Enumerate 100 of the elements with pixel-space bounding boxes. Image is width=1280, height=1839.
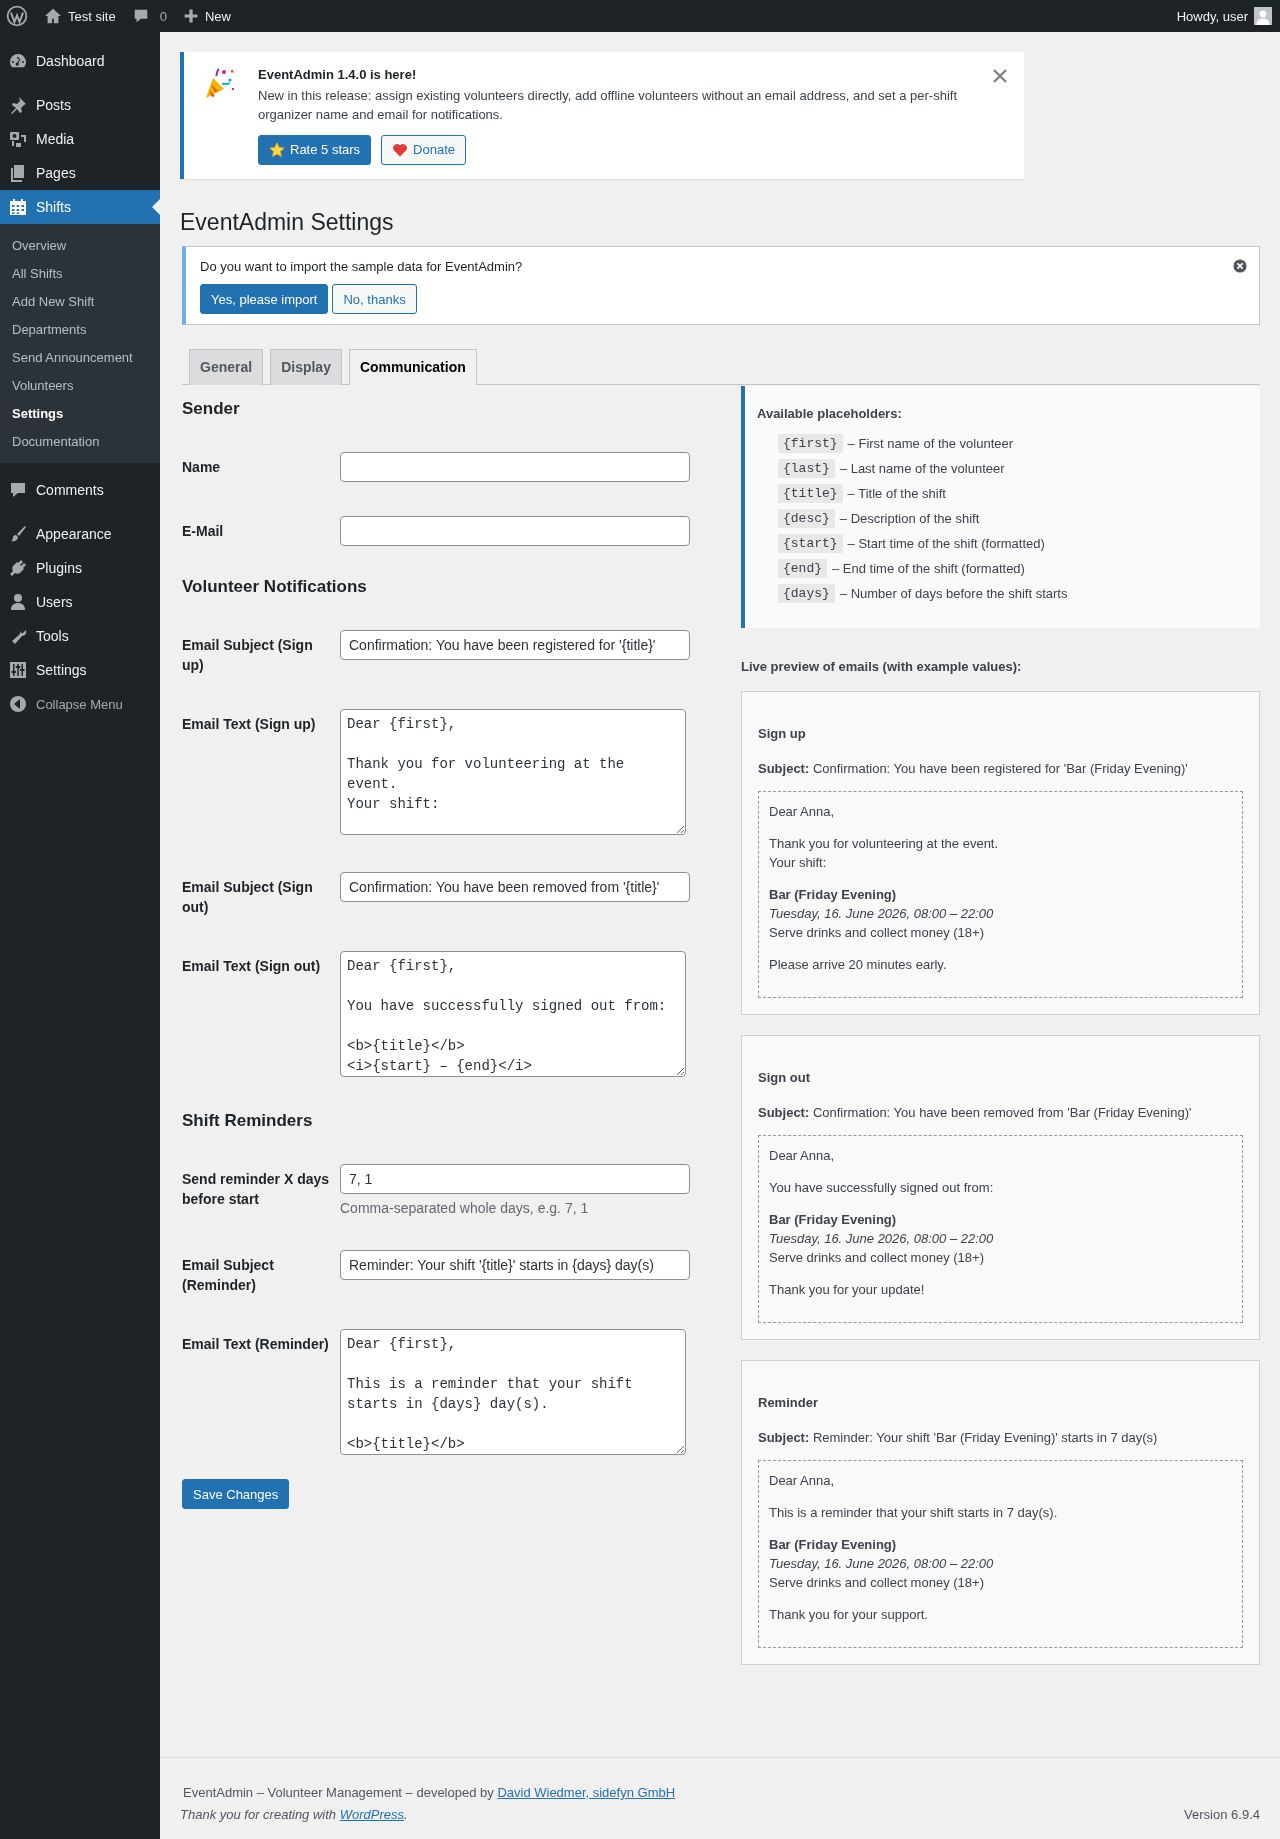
email-paragraph: Dear Anna, [769, 1472, 836, 1491]
placeholder-code: {end} [778, 559, 827, 579]
submenu-item[interactable]: All Shifts [0, 259, 160, 287]
site-link[interactable]: Test site [44, 7, 116, 25]
avatar-icon [1254, 7, 1272, 25]
field-label: E-Mail [182, 522, 225, 542]
shift-time: Tuesday, 16. June 2026, 08:00 – 22:00 [769, 905, 995, 924]
submenu-item[interactable]: Overview [0, 231, 160, 259]
calendar-icon [8, 197, 28, 217]
placeholder-description: – End time of the shift (formatted) [832, 561, 1025, 577]
version-text: Version 6.9.4 [1184, 1806, 1260, 1824]
tab[interactable]: Communication [348, 349, 477, 386]
placeholder-code: {last} [778, 459, 835, 479]
collapse-menu-button[interactable]: Collapse Menu [0, 687, 160, 721]
submenu-item[interactable]: Documentation [0, 427, 160, 455]
placeholder-description: – Number of days before the shift starts [839, 586, 1068, 602]
shift-title: Bar (Friday Evening) [769, 886, 898, 905]
shift-description: Serve drinks and collect money (18+) [769, 1574, 985, 1593]
submenu-item[interactable]: Volunteers [0, 371, 160, 399]
email-subject: Subject: Confirmation: You have been registered for 'Bar (Friday Evening)' [758, 761, 1189, 777]
menu-item[interactable]: Shifts [0, 190, 160, 224]
textarea-field[interactable]: Dear {first}, You have successfully signed out from: <b>{title}</b> <i>{start} – {end}</i> [340, 951, 686, 1078]
submenu-item[interactable]: Departments [0, 315, 160, 343]
email-paragraph: This is a reminder that your shift starts in 7 day(s). [769, 1504, 1059, 1523]
media-icon [8, 129, 28, 149]
menu-item[interactable]: Users [0, 585, 160, 619]
sliders-icon [8, 660, 28, 680]
email-paragraph: Thank you for your support. [769, 1606, 929, 1625]
new-link[interactable]: New [182, 8, 231, 24]
placeholder-code: {desc} [778, 509, 835, 529]
logo-button[interactable] [6, 5, 28, 27]
menu-item[interactable]: Appearance [0, 517, 160, 551]
field-description: Comma-separated whole days, e.g. 7, 1 [340, 1200, 590, 1217]
tab[interactable]: Display [270, 349, 342, 386]
email-preview-title: Sign up [758, 726, 807, 742]
field-label: Email Text (Reminder) [182, 1335, 330, 1355]
account-link[interactable]: Howdy, user [1176, 7, 1272, 25]
import-button[interactable]: Yes, please import [200, 284, 329, 315]
submenu-item[interactable]: Add New Shift [0, 287, 160, 315]
donate-button[interactable]: Donate [381, 134, 466, 165]
footer-credit: EventAdmin – Volunteer Management – developed by David Wiedmer, sidefyn GmbH [182, 1784, 676, 1802]
comments-link[interactable]: 0 [131, 7, 167, 25]
wordpress-link[interactable]: WordPress [339, 1807, 404, 1822]
field-label: Email Text (Sign out) [182, 957, 322, 977]
plug-icon [8, 558, 28, 578]
menu-item[interactable]: Dashboard [0, 44, 160, 78]
shift-description: Serve drinks and collect money (18+) [769, 1249, 985, 1268]
email-paragraph: Dear Anna, [769, 1147, 836, 1166]
plus-icon [182, 8, 199, 24]
brush-icon [8, 524, 28, 544]
star-icon [269, 141, 285, 158]
menu-item[interactable]: Media [0, 122, 160, 156]
collapse-icon [8, 694, 28, 714]
rate-button[interactable]: Rate 5 stars [258, 134, 372, 165]
menu-item[interactable]: Settings [0, 653, 160, 687]
text-field[interactable]: 7, 1 [340, 1164, 690, 1195]
menu-item[interactable]: Tools [0, 619, 160, 653]
field-label: Email Text (Sign up) [182, 715, 317, 735]
placeholder-description: – Last name of the volunteer [839, 461, 1005, 477]
text-field[interactable]: Confirmation: You have been removed from '{title}' [340, 872, 690, 903]
menu-item[interactable]: Plugins [0, 551, 160, 585]
placeholder-description: – Description of the shift [839, 511, 980, 527]
section-heading: Volunteer Notifications [182, 576, 368, 599]
menu-item[interactable]: Pages [0, 156, 160, 190]
shift-description: Serve drinks and collect money (18+) [769, 924, 985, 943]
placeholder-code: {start} [778, 534, 843, 554]
footer-thanks: Thank you for creating with WordPress. [180, 1806, 409, 1824]
author-link[interactable]: David Wiedmer, sidefyn GmbH [497, 1785, 676, 1800]
menu-item[interactable]: Comments [0, 473, 160, 507]
decline-button[interactable]: No, thanks [332, 284, 417, 315]
email-subject: Subject: Reminder: Your shift 'Bar (Friday Evening)' starts in 7 day(s) [758, 1430, 1159, 1446]
save-button[interactable]: Save Changes [182, 1479, 290, 1510]
home-icon [44, 7, 62, 25]
preview-heading: Live preview of emails (with example values): [741, 659, 1023, 675]
close-icon [992, 68, 1008, 84]
email-subject: Subject: Confirmation: You have been removed from 'Bar (Friday Evening)' [758, 1105, 1193, 1121]
email-paragraph: Dear Anna, [769, 803, 836, 822]
text-field[interactable] [340, 452, 690, 483]
dismiss-icon [1233, 259, 1247, 274]
placeholder-code: {first} [778, 434, 843, 454]
placeholder-description: – Title of the shift [847, 486, 946, 502]
field-label: Send reminder X days before start [182, 1170, 331, 1210]
heart-icon [392, 141, 409, 158]
submenu-item[interactable]: Send Announcement [0, 343, 160, 371]
field-label: Email Subject (Sign up) [182, 636, 314, 676]
placeholder-description: – Start time of the shift (formatted) [847, 536, 1045, 552]
text-field[interactable]: Confirmation: You have been registered for '{title}' [340, 630, 690, 661]
text-field[interactable] [340, 516, 690, 547]
shift-time: Tuesday, 16. June 2026, 08:00 – 22:00 [769, 1555, 995, 1574]
textarea-field[interactable]: Dear {first}, Thank you for volunteering at the event. Your shift: [340, 709, 686, 836]
tab[interactable]: General [189, 349, 264, 386]
speech-bubble-icon [8, 480, 28, 500]
text-field[interactable]: Reminder: Your shift '{title}' starts in {days} day(s) [340, 1250, 690, 1281]
menu-item[interactable]: Posts [0, 88, 160, 122]
placeholder-description: – First name of the volunteer [847, 436, 1014, 452]
textarea-field[interactable]: Dear {first}, This is a reminder that your shift starts in {days} day(s). <b>{title}</b> [340, 1329, 686, 1456]
notice-title: EventAdmin 1.4.0 is here! [258, 66, 418, 84]
submenu-item[interactable]: Settings [0, 399, 160, 427]
shift-title: Bar (Friday Evening) [769, 1536, 898, 1555]
section-heading: Shift Reminders [182, 1110, 314, 1133]
